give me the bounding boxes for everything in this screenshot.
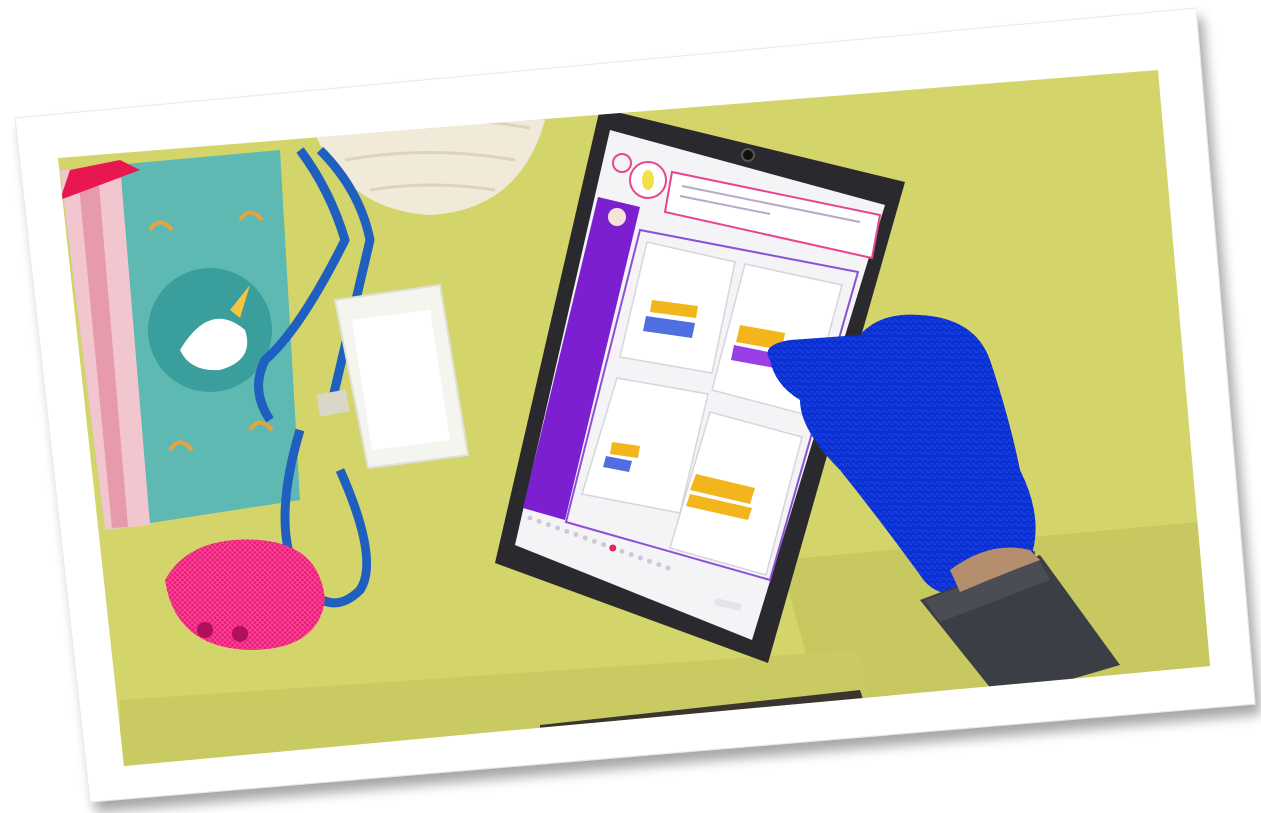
progress-dot[interactable] xyxy=(527,515,533,521)
progress-dot[interactable] xyxy=(656,562,662,568)
progress-dot[interactable] xyxy=(665,565,671,571)
progress-dot[interactable] xyxy=(545,522,551,528)
progress-dot[interactable] xyxy=(555,525,561,531)
progress-dot[interactable] xyxy=(564,528,570,534)
photo-scene xyxy=(14,7,1256,803)
progress-dot[interactable] xyxy=(619,548,625,554)
progress-dot[interactable] xyxy=(573,532,579,538)
progress-dot[interactable] xyxy=(536,518,542,524)
progress-dot[interactable] xyxy=(647,558,653,564)
camera-icon xyxy=(741,148,755,162)
avatar-icon[interactable] xyxy=(608,208,626,226)
progress-dot[interactable] xyxy=(591,538,597,544)
progress-dot[interactable] xyxy=(628,552,634,558)
progress-dot[interactable] xyxy=(582,535,588,541)
progress-dot[interactable] xyxy=(601,542,607,548)
progress-dot[interactable] xyxy=(609,544,617,552)
progress-dot[interactable] xyxy=(637,555,643,561)
